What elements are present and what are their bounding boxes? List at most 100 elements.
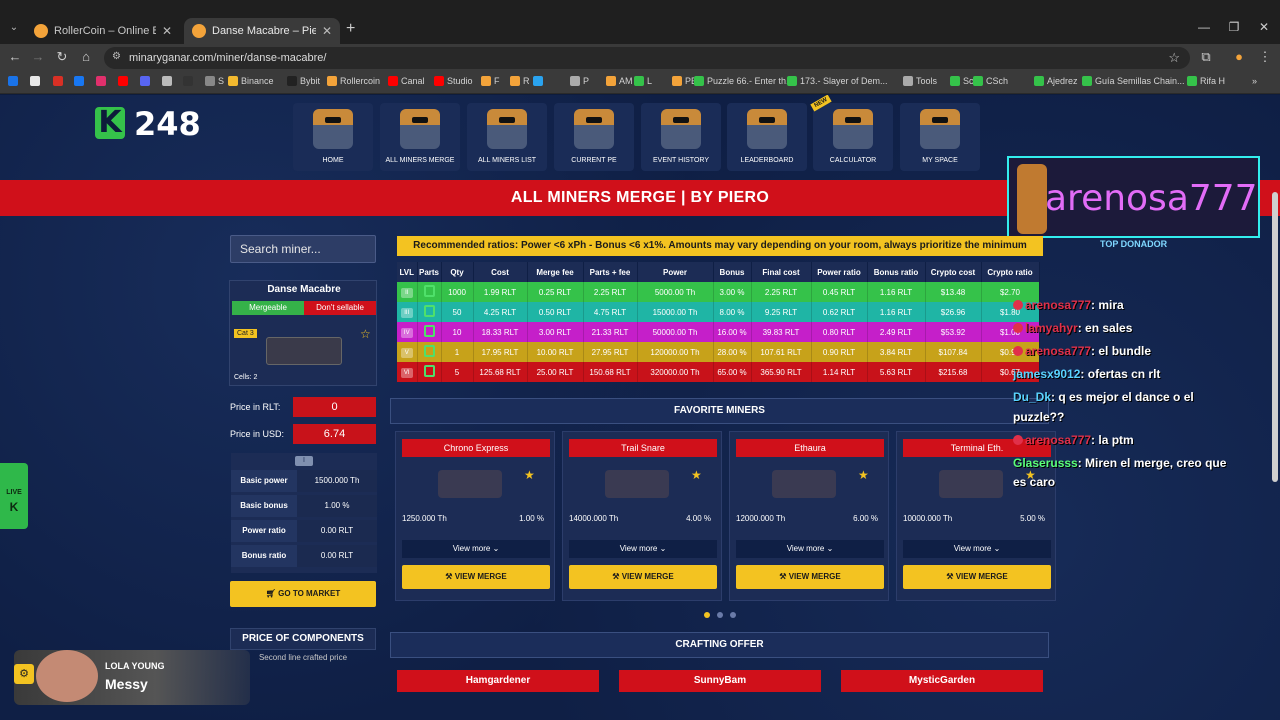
close-tab-icon[interactable]: ✕ xyxy=(322,24,332,38)
cell-qty: 10 xyxy=(441,322,474,342)
nav-event-history[interactable]: EVENT HISTORY xyxy=(641,103,721,171)
carousel-dot[interactable] xyxy=(730,612,736,618)
bookmark-item[interactable]: AM xyxy=(606,76,633,86)
bookmark-item[interactable] xyxy=(96,76,109,86)
nav-leaderboard[interactable]: LEADERBOARD xyxy=(727,103,807,171)
column-header: LVL xyxy=(397,262,418,282)
reload-icon[interactable]: ↻ xyxy=(53,49,71,65)
tab-danse-macabre[interactable]: Danse Macabre – Piero ✕ xyxy=(184,18,340,44)
miner-image xyxy=(605,470,669,498)
close-window-icon[interactable]: ✕ xyxy=(1256,20,1272,34)
bookmark-label: Bybit xyxy=(300,76,321,86)
view-more-button[interactable]: View more ⌄ xyxy=(903,540,1051,558)
chat-username[interactable]: jamesx9012 xyxy=(1013,367,1080,381)
chat-username[interactable]: Glaserusss xyxy=(1013,456,1078,470)
bookmark-item[interactable]: Guía Semillas Chain... xyxy=(1082,76,1185,86)
carousel-dot[interactable] xyxy=(704,612,710,618)
view-more-button[interactable]: View more ⌄ xyxy=(402,540,550,558)
live-tab[interactable]: LIVE K xyxy=(0,463,28,529)
bear-mascot-icon xyxy=(313,109,353,149)
close-tab-icon[interactable]: ✕ xyxy=(162,24,172,38)
minimize-icon[interactable]: — xyxy=(1196,20,1212,34)
bookmarks-overflow-icon[interactable]: » xyxy=(1252,76,1257,86)
bookmark-item[interactable]: Studio xyxy=(434,76,473,86)
favorite-star-icon[interactable]: ☆ xyxy=(360,327,371,341)
tab-list-button[interactable]: ⌄ xyxy=(6,22,22,38)
bookmark-item[interactable]: L xyxy=(634,76,652,86)
chat-username[interactable]: Du_Dk xyxy=(1013,390,1051,404)
nav-calculator[interactable]: CALCULATOR NEW xyxy=(810,95,893,171)
bookmark-star-icon[interactable]: ☆ xyxy=(1168,50,1180,66)
bookmark-item[interactable] xyxy=(74,76,87,86)
chat-username[interactable]: lamyahyr xyxy=(1025,321,1078,335)
chat-username[interactable]: arenosa777 xyxy=(1025,298,1091,312)
bookmark-item[interactable]: Canal xyxy=(388,76,425,86)
bookmark-item[interactable]: Tools xyxy=(903,76,937,86)
chat-username[interactable]: arenosa777 xyxy=(1025,433,1091,447)
view-merge-button[interactable]: ⚒ VIEW MERGE xyxy=(402,565,550,589)
bear-mascot-icon xyxy=(747,109,787,149)
go-to-market-button[interactable]: 🛒︎ GO TO MARKET xyxy=(230,581,376,607)
tab-rollercoin[interactable]: RollerCoin – Online Bitcoin Mi ✕ xyxy=(26,18,180,44)
nav-all-miners-list[interactable]: ALL MINERS LIST xyxy=(467,103,547,171)
address-bar[interactable]: ⚙ minaryganar.com/miner/danse-macabre/ ☆ xyxy=(104,47,1190,69)
merge-ratios-table: LVL Parts Qty Cost Merge fee Parts + fee Power… xyxy=(397,262,1040,382)
nav-all-miners-merge[interactable]: ALL MINERS MERGE xyxy=(380,103,460,171)
bookmark-item[interactable] xyxy=(118,76,131,86)
view-merge-button[interactable]: ⚒ VIEW MERGE xyxy=(569,565,717,589)
view-merge-button[interactable]: ⚒ VIEW MERGE xyxy=(903,565,1051,589)
bookmark-item[interactable]: 173.- Slayer of Dem... xyxy=(787,76,888,86)
home-icon[interactable]: ⌂ xyxy=(77,49,95,64)
bookmark-item[interactable]: F xyxy=(481,76,500,86)
bookmark-item[interactable]: S xyxy=(205,76,224,86)
bookmark-item[interactable]: Bybit xyxy=(287,76,320,86)
bookmark-item[interactable]: Rifa H xyxy=(1187,76,1225,86)
favorite-star-icon[interactable]: ★ xyxy=(691,468,702,482)
maximize-icon[interactable]: ❐ xyxy=(1226,20,1242,34)
nav-my-space[interactable]: MY SPACE xyxy=(900,103,980,171)
profile-icon[interactable]: ● xyxy=(1230,49,1248,64)
bookmark-item[interactable] xyxy=(30,76,43,86)
site-info-icon[interactable]: ⚙ xyxy=(112,51,121,62)
page-scrollbar[interactable] xyxy=(1272,192,1278,482)
crafting-card-title[interactable]: MysticGarden xyxy=(841,670,1043,692)
nav-current-pe[interactable]: CURRENT PE xyxy=(554,103,634,171)
bookmark-item[interactable]: Ajedrez xyxy=(1034,76,1078,86)
new-tab-button[interactable]: + xyxy=(346,20,355,38)
chat-username[interactable]: arenosa777 xyxy=(1025,344,1091,358)
search-miner[interactable] xyxy=(230,235,376,263)
favorite-star-icon[interactable]: ★ xyxy=(858,468,869,482)
stats-toggle[interactable]: I xyxy=(295,456,313,466)
column-header: Qty xyxy=(441,262,474,282)
bookmark-item[interactable] xyxy=(53,76,66,86)
bookmark-item[interactable] xyxy=(183,76,196,86)
stat-value: 0.00 RLT xyxy=(297,520,377,542)
bookmark-item[interactable]: CSch xyxy=(973,76,1008,86)
view-more-button[interactable]: View more ⌄ xyxy=(736,540,884,558)
back-icon[interactable]: ← xyxy=(6,49,24,64)
bookmark-item[interactable] xyxy=(8,76,21,86)
bookmark-item[interactable] xyxy=(140,76,153,86)
bookmark-item[interactable]: Binance xyxy=(228,76,274,86)
bookmark-item[interactable]: Rollercoin xyxy=(327,76,380,86)
favorite-star-icon[interactable]: ★ xyxy=(524,468,535,482)
view-more-button[interactable]: View more ⌄ xyxy=(569,540,717,558)
bookmark-favicon-icon xyxy=(1082,76,1092,86)
chat-text: : Miren el merge, creo que xyxy=(1077,456,1227,470)
bookmark-item[interactable]: P xyxy=(570,76,589,86)
nav-home[interactable]: HOME xyxy=(293,103,373,171)
bookmark-item[interactable]: R xyxy=(510,76,530,86)
bookmark-item[interactable] xyxy=(162,76,175,86)
carousel-dot[interactable] xyxy=(717,612,723,618)
forward-icon[interactable]: → xyxy=(29,49,47,64)
extensions-icon[interactable]: ⧉ xyxy=(1197,49,1215,65)
search-input[interactable] xyxy=(231,236,375,262)
browser-menu-icon[interactable]: ⋮ xyxy=(1256,49,1274,65)
bookmark-item[interactable]: Puzzle 66.- Enter th... xyxy=(694,76,794,86)
crafting-card-title[interactable]: SunnyBam xyxy=(619,670,821,692)
cell-bonus: 65.00 % xyxy=(713,362,752,382)
bookmark-item[interactable] xyxy=(533,76,546,86)
view-merge-button[interactable]: ⚒ VIEW MERGE xyxy=(736,565,884,589)
crafting-card-title[interactable]: Hamgardener xyxy=(397,670,599,692)
cell-bonus: 3.00 % xyxy=(713,282,752,302)
